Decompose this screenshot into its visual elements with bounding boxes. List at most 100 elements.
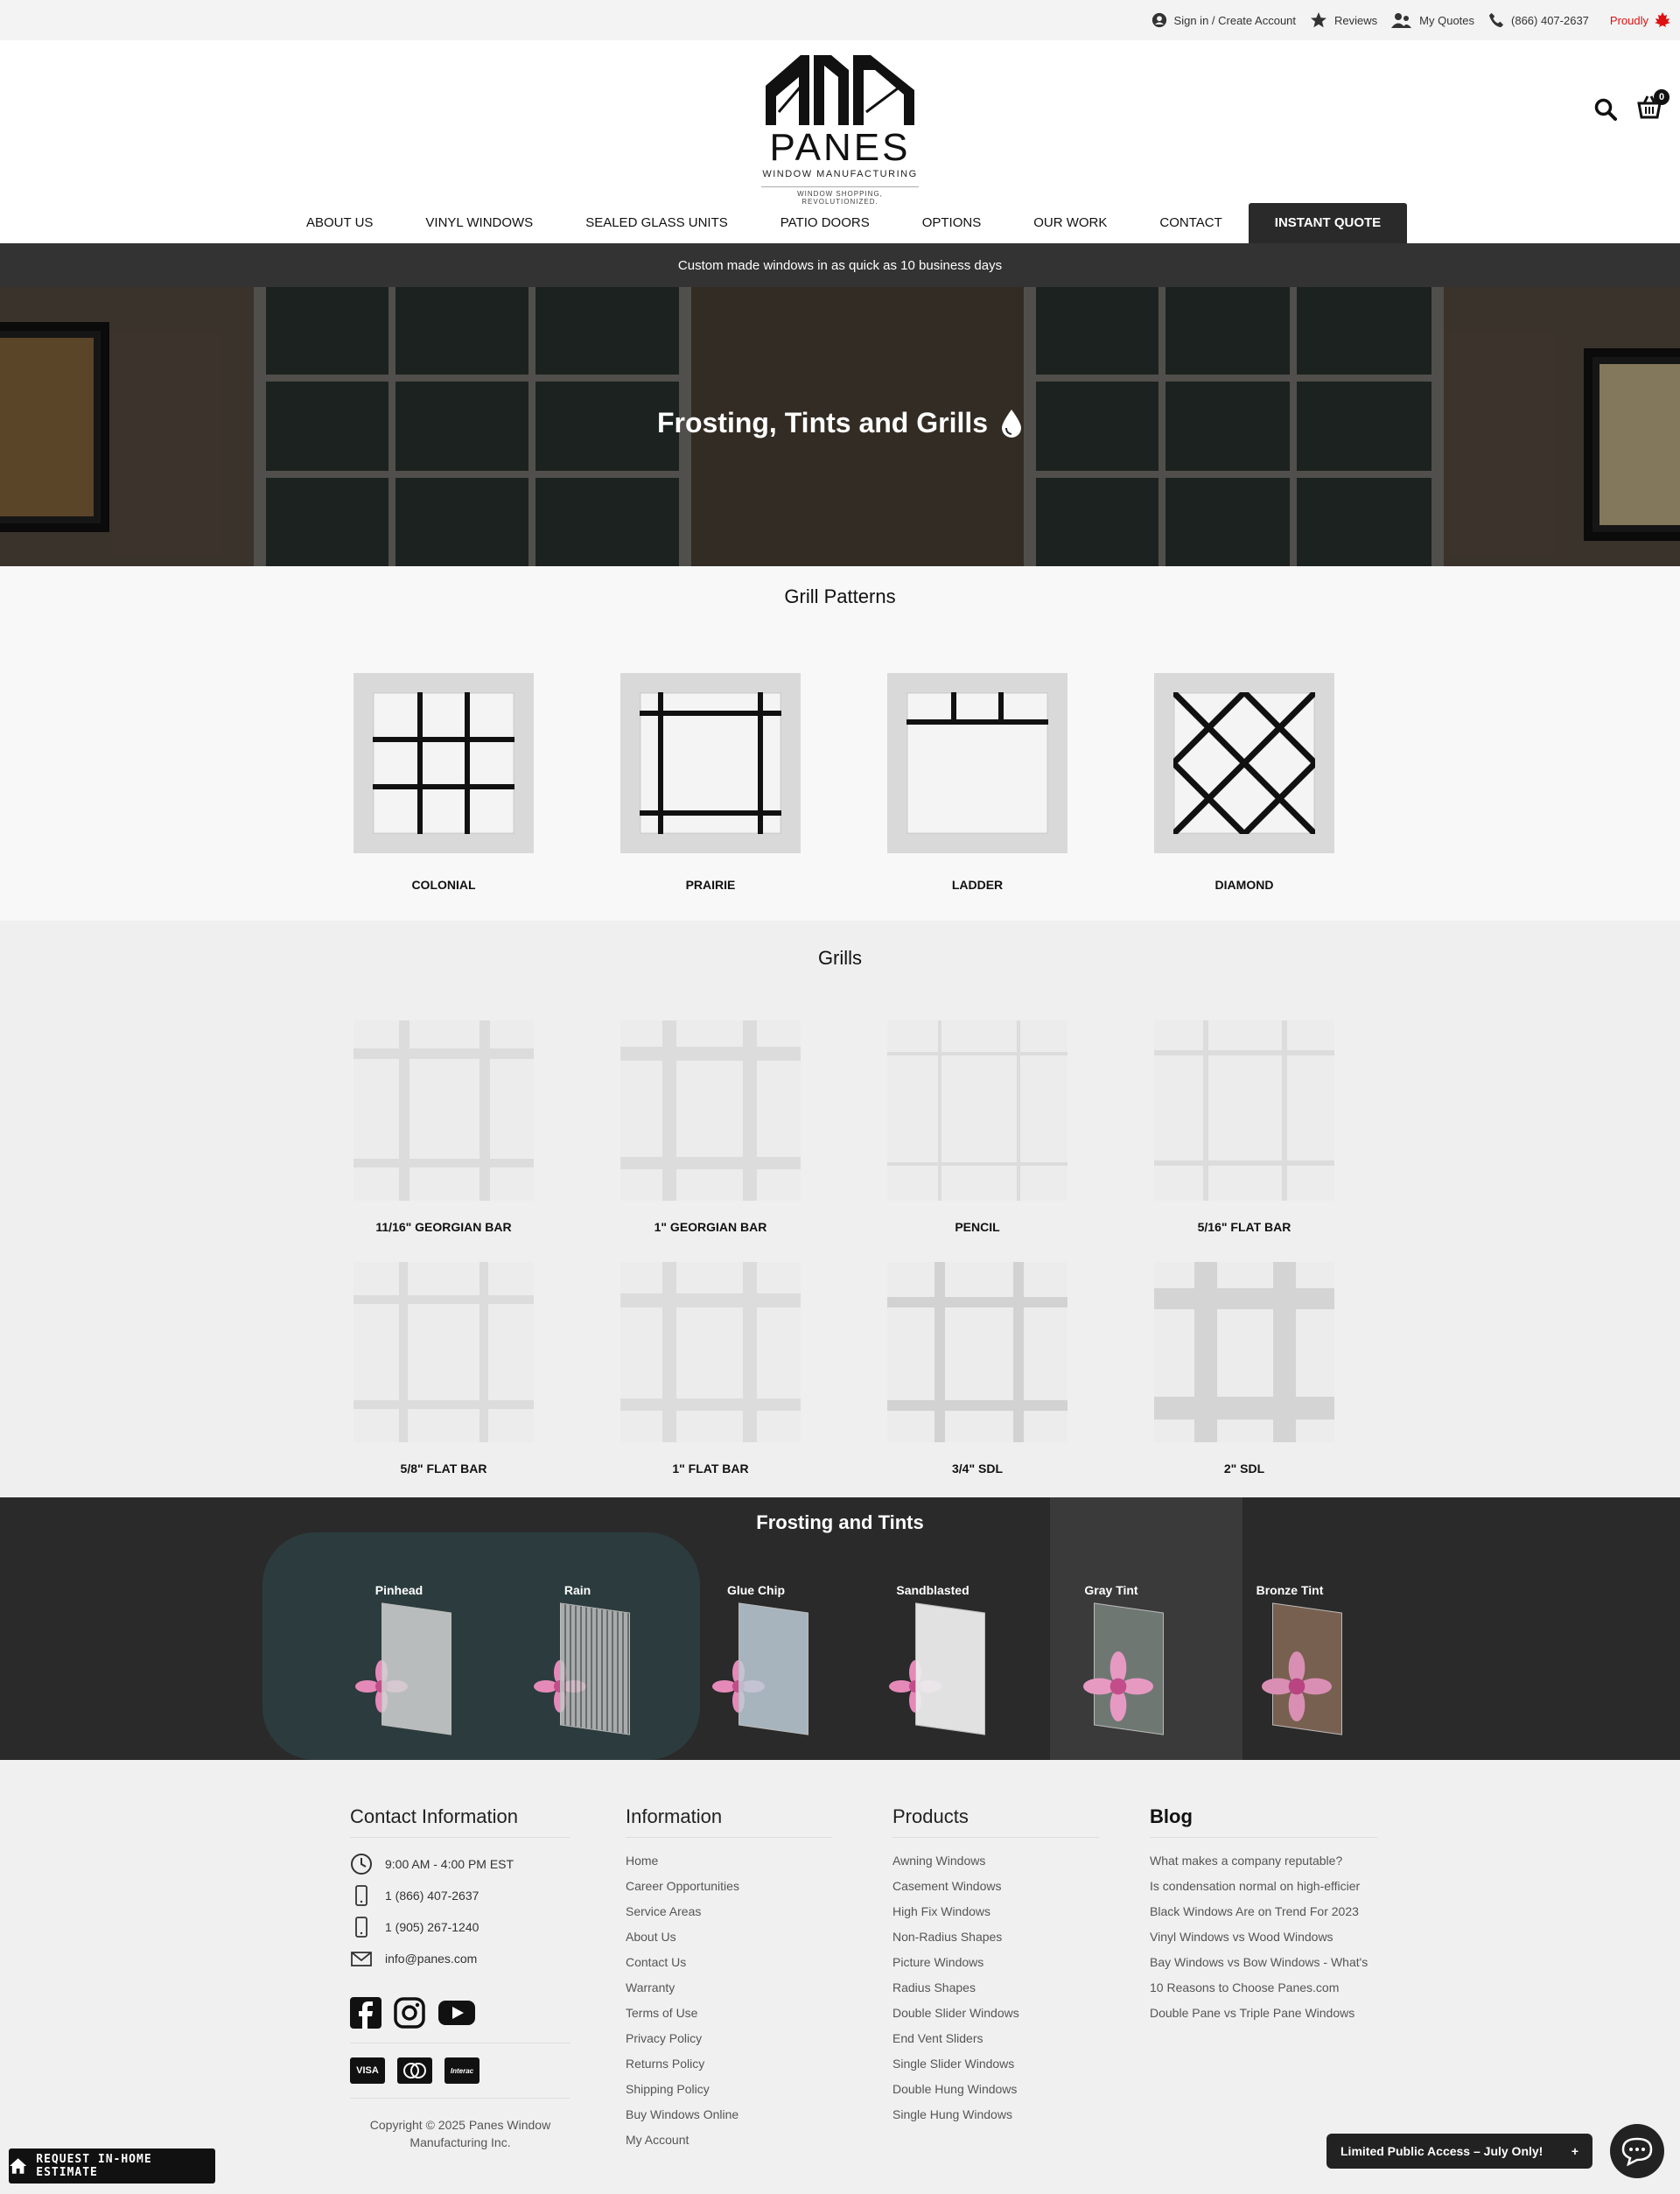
limited-access-banner[interactable]: Limited Public Access – July Only! + [1326,2134,1592,2169]
frost-pinhead[interactable]: Pinhead [338,1583,460,1735]
reviews-link[interactable]: Reviews [1310,11,1377,29]
cart-button[interactable]: 0 [1636,89,1670,123]
footer-link[interactable]: Double Pane vs Triple Pane Windows [1150,2001,1377,2026]
promo-banner: Custom made windows in as quick as 10 bu… [0,243,1680,287]
limited-access-expand[interactable]: + [1572,2144,1578,2158]
pattern-diamond[interactable]: DIAMOND [1154,673,1334,892]
footer-link[interactable]: Is condensation normal on high-efficier [1150,1874,1377,1899]
footer-link[interactable]: Picture Windows [892,1950,1099,1975]
footer-blog-title: Blog [1150,1805,1377,1838]
footer-link[interactable]: Privacy Policy [626,2026,832,2051]
contact-email[interactable]: info@panes.com [350,1943,570,1974]
social-links [350,1997,570,2043]
chat-bubble-icon [1621,2137,1653,2166]
grill-patterns-section: Grill Patterns COLONIAL PRAIRIE LADDER D… [0,566,1680,921]
footer-link[interactable]: Awning Windows [892,1848,1099,1874]
frost-sandblasted[interactable]: Sandblasted [872,1583,994,1735]
frost-rain[interactable]: Rain [516,1583,639,1735]
footer-link[interactable]: Black Windows Are on Trend For 2023 [1150,1899,1377,1924]
signin-link[interactable]: Sign in / Create Account [1152,12,1296,28]
footer-link[interactable]: Service Areas [626,1899,832,1924]
footer-link[interactable]: 10 Reasons to Choose Panes.com [1150,1975,1377,2001]
users-icon [1391,13,1412,28]
contact-phone-1[interactable]: 1 (866) 407-2637 [350,1880,570,1911]
grill-flat-5-8[interactable]: 5/8" FLAT BAR [354,1262,534,1476]
nav-vinyl-windows[interactable]: VINYL WINDOWS [399,203,559,243]
grill-pencil[interactable]: PENCIL [887,1020,1068,1234]
hero-title: Frosting, Tints and Grills [0,407,1680,439]
frost-glue-chip-sample [712,1602,808,1735]
nav-instant-quote[interactable]: INSTANT QUOTE [1248,203,1408,243]
frost-label: Bronze Tint [1256,1583,1324,1597]
pattern-prairie[interactable]: PRAIRIE [620,673,801,892]
grill-georgian-11-16[interactable]: 11/16" GEORGIAN BAR [354,1020,534,1234]
pattern-colonial-image [354,673,534,853]
nav-sealed-glass-units[interactable]: SEALED GLASS UNITS [559,203,754,243]
footer-link[interactable]: About Us [626,1924,832,1950]
frost-rain-sample [534,1602,630,1735]
nav-our-work[interactable]: OUR WORK [1007,203,1133,243]
pattern-ladder[interactable]: LADDER [887,673,1068,892]
phone-link[interactable]: (866) 407-2637 [1488,12,1589,28]
chat-widget-button[interactable] [1610,2124,1664,2178]
footer-link[interactable]: Double Hung Windows [892,2077,1099,2102]
footer-link[interactable]: End Vent Sliders [892,2026,1099,2051]
frost-glue-chip[interactable]: Glue Chip [695,1583,817,1735]
footer-link[interactable]: High Fix Windows [892,1899,1099,1924]
youtube-icon[interactable] [438,1997,476,2029]
footer-link[interactable]: Casement Windows [892,1874,1099,1899]
contact-hours-text: 9:00 AM - 4:00 PM EST [385,1857,514,1871]
footer-link[interactable]: Shipping Policy [626,2077,832,2102]
frost-bronze-tint-sample [1246,1602,1342,1735]
proudly-canadian: Proudly [1610,11,1671,29]
logo-brand: PANES [769,126,911,169]
nav-about-us[interactable]: ABOUT US [280,203,399,243]
footer-link[interactable]: Single Hung Windows [892,2102,1099,2127]
frost-bronze-tint[interactable]: Bronze Tint [1228,1583,1351,1735]
footer-link[interactable]: Home [626,1848,832,1874]
footer-link[interactable]: Single Slider Windows [892,2051,1099,2077]
interac-label: Interac [450,2066,474,2075]
nav-contact[interactable]: CONTACT [1133,203,1248,243]
grill-flat-5-16[interactable]: 5/16" FLAT BAR [1154,1020,1334,1234]
contact-phone-2[interactable]: 1 (905) 267-1240 [350,1911,570,1943]
cart-count-badge: 0 [1654,89,1670,105]
footer-link[interactable]: What makes a company reputable? [1150,1848,1377,1874]
pattern-ladder-image [887,673,1068,853]
footer-link[interactable]: Returns Policy [626,2051,832,2077]
footer-link[interactable]: My Account [626,2127,832,2153]
grill-flat-1[interactable]: 1" FLAT BAR [620,1262,801,1476]
footer-blog: Blog What makes a company reputable? Is … [1150,1805,1377,2026]
mobile-phone-icon [355,1917,368,1938]
search-icon[interactable] [1594,98,1617,121]
nav-patio-doors[interactable]: PATIO DOORS [754,203,896,243]
pattern-colonial[interactable]: COLONIAL [354,673,534,892]
footer-link[interactable]: Terms of Use [626,2001,832,2026]
footer-link[interactable]: Radius Shapes [892,1975,1099,2001]
grill-sdl-3-4[interactable]: 3/4" SDL [887,1262,1068,1476]
limited-access-text: Limited Public Access – July Only! [1340,2144,1544,2158]
footer-link[interactable]: Double Slider Windows [892,2001,1099,2026]
footer-link[interactable]: Buy Windows Online [626,2102,832,2127]
footer-link[interactable]: Non-Radius Shapes [892,1924,1099,1950]
grill-label: PENCIL [955,1220,1000,1234]
frost-pinhead-sample [355,1602,452,1735]
site-logo[interactable]: PANES WINDOW MANUFACTURING WINDOW SHOPPI… [761,51,919,206]
instagram-icon[interactable] [394,1997,425,2029]
grill-sdl-2[interactable]: 2" SDL [1154,1262,1334,1476]
hero-banner: Frosting, Tints and Grills [0,287,1680,566]
grill-georgian-1[interactable]: 1" GEORGIAN BAR [620,1020,801,1234]
frost-gray-tint[interactable]: Gray Tint [1050,1583,1172,1735]
footer-link[interactable]: Warranty [626,1975,832,2001]
pattern-diamond-image [1154,673,1334,853]
footer-link[interactable]: Vinyl Windows vs Wood Windows [1150,1924,1377,1950]
my-quotes-link[interactable]: My Quotes [1391,11,1474,29]
footer-link[interactable]: Bay Windows vs Bow Windows - What's [1150,1950,1377,1975]
footer-link[interactable]: Career Opportunities [626,1874,832,1899]
footer-link[interactable]: Contact Us [626,1950,832,1975]
request-estimate-button[interactable]: REQUEST IN-HOME ESTIMATE [9,2148,215,2183]
facebook-icon[interactable] [350,1997,382,2029]
nav-options[interactable]: OPTIONS [896,203,1008,243]
frost-gray-tint-sample [1068,1602,1164,1735]
site-header: PANES WINDOW MANUFACTURING WINDOW SHOPPI… [0,40,1680,206]
